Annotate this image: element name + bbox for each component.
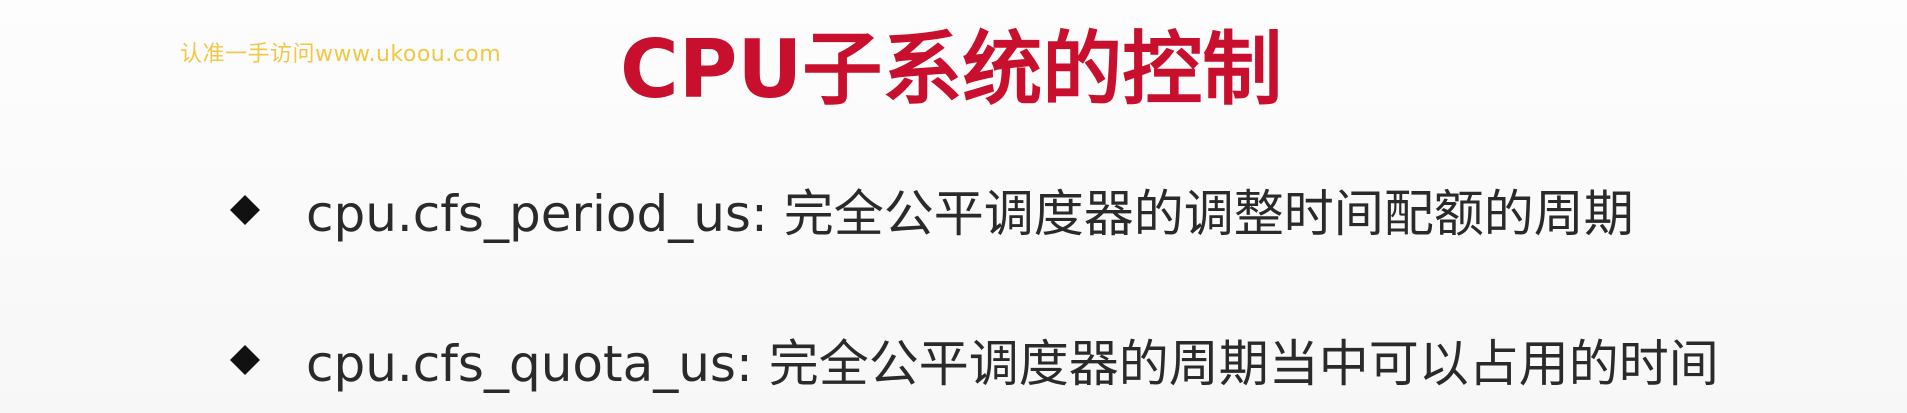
watermark-text: 认准一手访问www.ukoou.com bbox=[180, 42, 502, 67]
bullet-text-quota: cpu.cfs_quota_us: 完全公平调度器的周期当中可以占用的时间 bbox=[306, 335, 1719, 393]
slide-title: CPU子系统的控制 bbox=[620, 23, 1283, 116]
diamond-bullet-icon bbox=[230, 345, 260, 375]
bullet-item: cpu.cfs_period_us: 完全公平调度器的调整时间配额的周期 bbox=[230, 170, 1719, 250]
diamond-bullet-icon bbox=[230, 195, 260, 225]
bullet-text-period: cpu.cfs_period_us: 完全公平调度器的调整时间配额的周期 bbox=[306, 185, 1634, 243]
bullet-list: cpu.cfs_period_us: 完全公平调度器的调整时间配额的周期 cpu… bbox=[230, 170, 1719, 400]
bullet-item: cpu.cfs_quota_us: 完全公平调度器的周期当中可以占用的时间 bbox=[230, 320, 1719, 400]
slide: 认准一手访问www.ukoou.com CPU子系统的控制 cpu.cfs_pe… bbox=[0, 0, 1907, 413]
